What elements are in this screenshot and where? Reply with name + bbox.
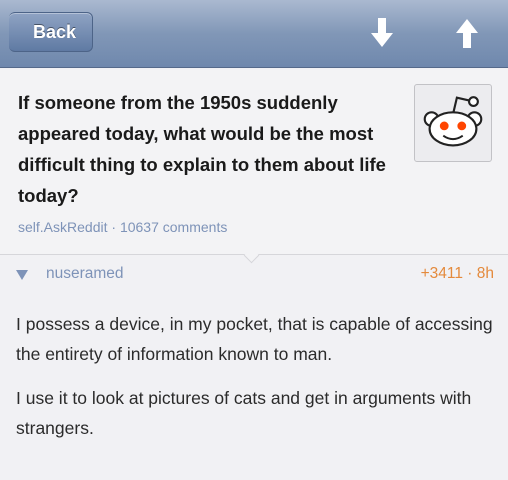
comment-age: 8h — [476, 265, 494, 282]
arrow-down-icon[interactable] — [369, 16, 395, 50]
reddit-alien-icon — [423, 96, 483, 147]
comment-paragraph: I use it to look at pictures of cats and… — [16, 388, 472, 438]
post-title[interactable]: If someone from the 1950s suddenly appea… — [18, 87, 410, 211]
post-header: If someone from the 1950s suddenly appea… — [0, 69, 508, 255]
post-thumbnail[interactable] — [414, 84, 492, 162]
back-button-label: Back — [33, 21, 77, 42]
arrow-up-icon[interactable] — [454, 16, 480, 50]
meta-separator: · — [111, 219, 117, 235]
navigation-bar: Back — [0, 0, 508, 68]
comment-body: I possess a device, in my pocket, that i… — [16, 309, 498, 457]
post-domain[interactable]: self.AskReddit — [18, 219, 107, 235]
comment-score-line: +3411 · 8h — [421, 265, 494, 283]
triangle-down-icon[interactable] — [16, 270, 28, 280]
comment-paragraph: I possess a device, in my pocket, that i… — [16, 314, 493, 364]
comment-author[interactable]: nuseramed — [46, 265, 124, 283]
post-comment-count[interactable]: 10637 comments — [120, 219, 227, 235]
comment-score: +3411 — [420, 265, 463, 282]
post-meta: self.AskReddit · 10637 comments — [18, 219, 227, 235]
score-separator: · — [467, 265, 473, 282]
comment-header: nuseramed +3411 · 8h — [0, 261, 508, 289]
back-button[interactable]: Back — [9, 12, 94, 52]
